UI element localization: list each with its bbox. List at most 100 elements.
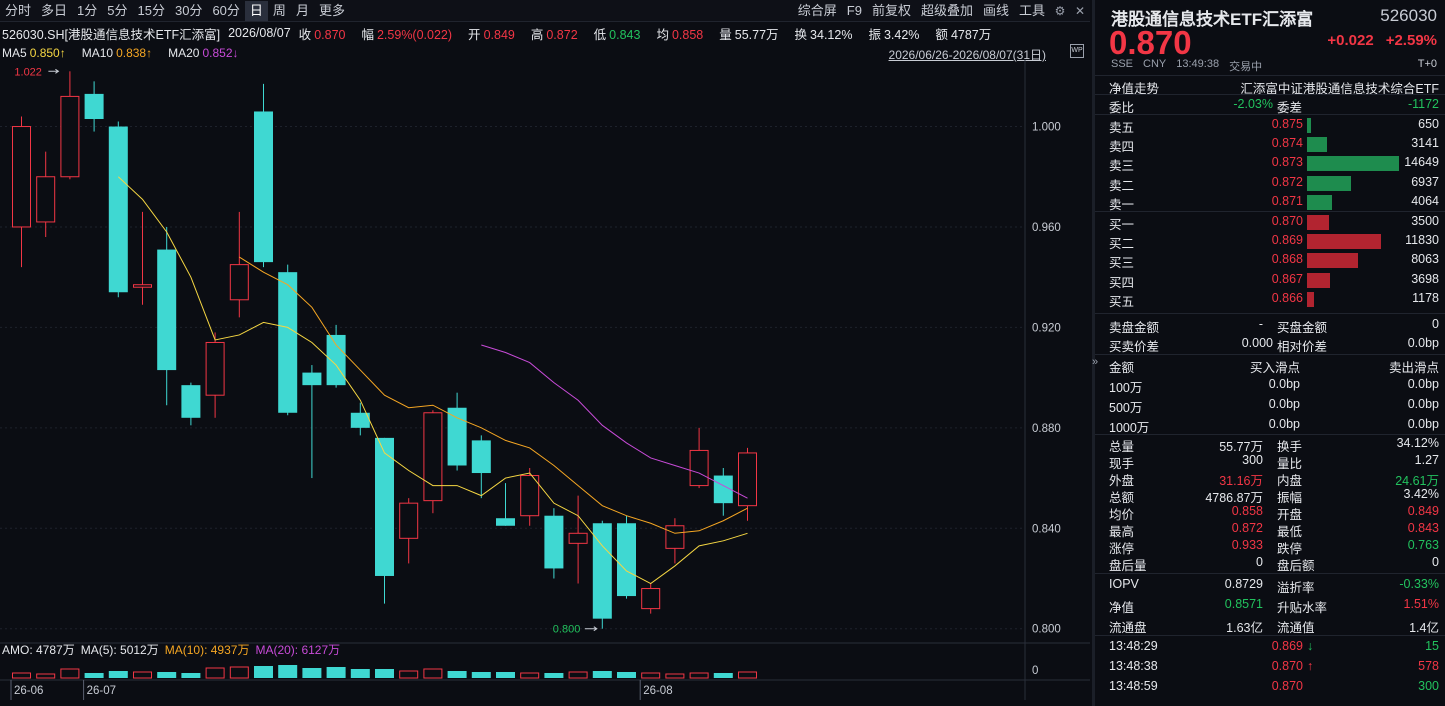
ask-volume: 6937 [1411,174,1439,189]
ask-volume-bar [1307,137,1327,153]
bid-level: 买三 0.868 8063 [1095,250,1445,270]
period-tab[interactable]: 多日 [36,1,72,21]
volume-bar [447,671,467,678]
security-code: 526030 [1380,6,1437,25]
candle-body [423,412,443,502]
period-tab[interactable]: 月 [291,1,314,21]
fund-stat-value: 1.51% [1403,597,1439,611]
y-tick-label: 0.800 [1032,624,1061,636]
amt-label: 额 [935,27,948,42]
volume-bar [568,671,588,679]
slip-buy: 0.0bp [1268,397,1300,411]
volume-bar [738,671,757,679]
bid-level: 买一 0.870 3500 [1095,212,1445,232]
toolbar-action[interactable]: F9 [842,1,867,21]
toolbar-action[interactable]: 综合屏 [793,1,842,21]
turn-value: 34.12% [810,27,853,42]
y-tick-label: 0.920 [1032,322,1061,334]
low-value: 0.843 [609,27,641,42]
slip-sell: 0.0bp [1407,377,1439,391]
ask-volume-bar [1307,194,1333,210]
ask-volume: 14649 [1404,155,1439,170]
wp-icon[interactable]: WP [1070,44,1084,58]
toolbar-action[interactable]: 超级叠加 [916,1,978,21]
ask-label: 卖三 [1109,159,1135,174]
period-tab[interactable]: 日 [244,0,268,21]
period-tab[interactable]: 5分 [102,1,132,21]
period-tab[interactable]: 30分 [170,1,207,21]
settings-icon[interactable]: ⚙ [1050,2,1070,20]
amo-value: AMO: 4787万 [2,643,75,657]
volume-bar [157,672,177,678]
candlestick-chart[interactable]: 1.000 0.960 0.920 0.880 0.840 0.800 1.022 0.800… [0,60,1090,700]
toolbar-action[interactable]: 前复权 [867,1,916,21]
bid-volume-bar [1307,291,1315,307]
volume-bar [592,671,612,678]
tick-price: 0.870 [1271,679,1303,693]
bid-volume: 1178 [1412,290,1439,305]
period-tab[interactable]: 周 [268,1,291,21]
x-tick-label: 26-07 [87,685,116,697]
amo-ma10: MA(10): 4937万 [164,643,250,657]
stat-value: 0.843 [1407,521,1439,535]
close-icon[interactable]: ✕ [1070,2,1090,20]
candle-body [641,588,661,610]
x-tick-label: 26-06 [14,685,43,697]
ma5-value: 0.850↑ [29,46,66,60]
bid-label: 买五 [1109,294,1135,309]
amo-ma5: MA(5): 5012万 [80,643,159,657]
slip-buy-head: 买入滑点 [1249,361,1300,375]
bid-price: 0.866 [1271,290,1303,305]
price-change: +0.022 +2.59% [1327,32,1437,49]
spread-label: 买卖价差 [1109,340,1160,354]
ask-volume: 4064 [1411,193,1439,208]
collapse-handle-icon[interactable]: » [1092,356,1098,368]
quote-meta: SSE CNY 13:49:38 交易中 [1111,58,1262,74]
stat-value: 34.12% [1396,436,1439,450]
volume-bar [36,673,56,679]
amo-ma20: MA(20): 6127万 [255,643,341,657]
y-tick-label: 0.960 [1032,222,1061,234]
bid-volume: 8063 [1411,252,1439,267]
ma20-label: MA20 [168,46,200,60]
bid-volume: 11830 [1405,233,1439,248]
rel-spread-value: 0.0bp [1407,336,1439,350]
bid-volume-bar [1307,272,1331,288]
exchange: SSE [1111,58,1134,70]
slippage-row: 100万 0.0bp 0.0bp [1095,375,1445,395]
toolbar-right: 综合屏 F9 前复权 超级叠加 画线 工具 ⚙ ✕ [793,1,1090,21]
period-tab[interactable]: 更多 [314,1,350,21]
period-tab[interactable]: 15分 [133,1,170,21]
bid-price: 0.867 [1271,271,1303,286]
candle-body [157,249,177,371]
toolbar-action[interactable]: 工具 [1014,1,1050,21]
volume-bar [302,668,322,678]
high-value: 0.872 [546,27,578,42]
ask-level: 卖四 0.874 3141 [1095,134,1445,154]
amo-legend: AMO: 4787万 MA(5): 5012万 MA(10): 4937万 MA… [2,641,346,657]
spread-value: 0.000 [1241,336,1273,350]
ask-level: 卖五 0.875 650 [1095,115,1445,135]
slippage-row: 1000万 0.0bp 0.0bp [1095,415,1445,435]
candle-body [36,176,56,223]
info-bar: 526030.SH[港股通信息技术ETF汇添富] 2026/08/07 收 0.8… [2,24,1007,42]
open-label: 开 [468,27,481,42]
stat-label: 盘后额 [1277,559,1315,573]
bid-volume-bar [1307,234,1382,250]
stat-value: 0.849 [1407,504,1439,518]
close-label: 收 [298,27,312,42]
period-tab[interactable]: 分时 [0,1,36,21]
volume-bar [399,670,419,679]
period-tab[interactable]: 1分 [72,1,102,21]
toolbar-action[interactable]: 画线 [978,1,1014,21]
tick-volume: 300 [1418,679,1439,693]
candle-body [278,272,298,413]
ask-volume: 3141 [1411,136,1439,151]
bid-volume: 3500 [1411,214,1439,228]
y-tick-label: 1.000 [1032,122,1061,134]
fund-stat-row: IOPV 0.8729 溢折率 -0.33% [1095,575,1445,595]
fund-stat-value: 1.4亿 [1409,621,1439,635]
arrow-up-icon: ↑ [1307,659,1314,673]
period-tab[interactable]: 60分 [207,1,244,21]
bid-label: 买四 [1109,275,1135,290]
